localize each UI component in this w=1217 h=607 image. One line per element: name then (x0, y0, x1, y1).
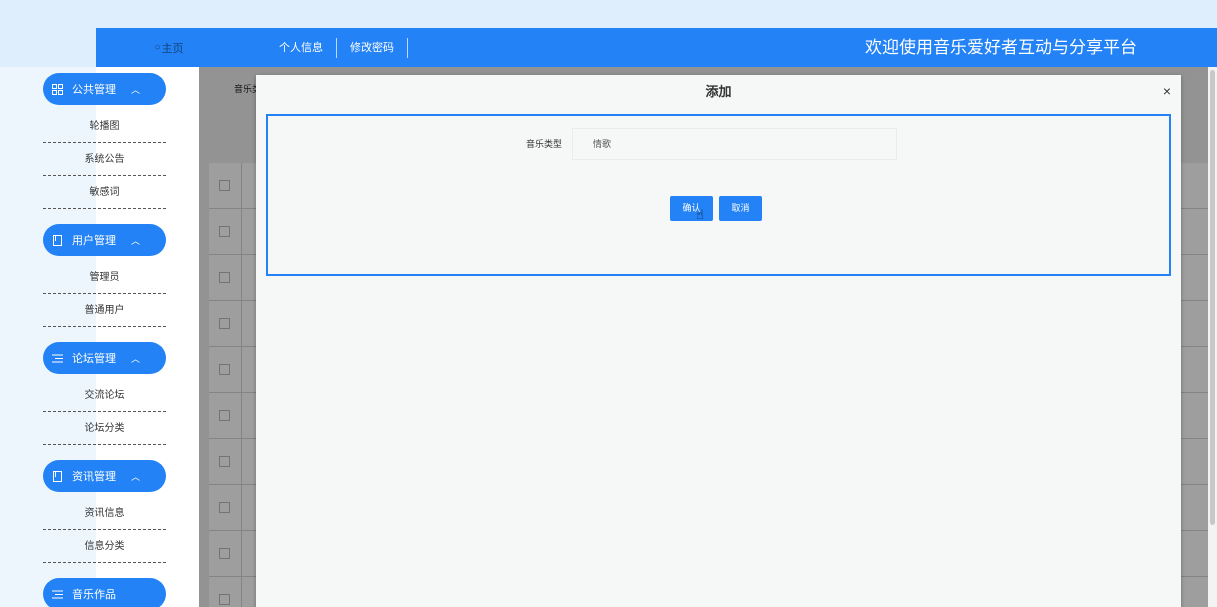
home-label: 主页 (161, 42, 184, 55)
home-icon: ○ (154, 42, 161, 53)
hand-cursor-icon: ☝ (696, 207, 704, 222)
chevron-up-icon: ︿ (131, 235, 141, 246)
music-type-label: 音乐类型 (526, 139, 563, 149)
book-icon (51, 470, 63, 482)
sidebar-item-forum[interactable]: 交流论坛 (43, 380, 166, 412)
nav-profile[interactable]: 个人信息 (266, 37, 337, 58)
sidebar-group-music-works[interactable]: 音乐作品 (43, 578, 166, 607)
sidebar-item-news[interactable]: 资讯信息 (43, 498, 166, 530)
add-form: 音乐类型 情歌 确认 取消 ☝ (266, 114, 1171, 276)
chevron-up-icon: ︿ (131, 471, 141, 482)
close-icon[interactable]: × (1163, 83, 1171, 99)
sidebar-group-users[interactable]: 用户管理 ︿ (43, 224, 166, 256)
sidebar-item-admins[interactable]: 管理员 (43, 262, 166, 294)
music-type-input[interactable]: 情歌 (572, 128, 897, 160)
add-dialog: 添加 × 音乐类型 情歌 确认 取消 ☝ (256, 75, 1181, 607)
header-nav: 个人信息 修改密码 (266, 28, 408, 67)
sidebar-item-news-categories[interactable]: 信息分类 (43, 531, 166, 563)
home-link[interactable]: ○ 主页 (96, 28, 242, 67)
sidebar-group-forum[interactable]: 论坛管理 ︿ (43, 342, 166, 374)
list-icon (51, 352, 63, 364)
sidebar-item-announcement[interactable]: 系统公告 (43, 144, 166, 176)
chevron-up-icon: ︿ (131, 353, 141, 364)
book-icon (51, 234, 63, 246)
sidebar-group-label: 公共管理 (72, 84, 116, 96)
sidebar-group-label: 资讯管理 (72, 471, 116, 483)
sidebar-item-normal-users[interactable]: 普通用户 (43, 295, 166, 327)
sidebar-item-carousel[interactable]: 轮播图 (43, 111, 166, 143)
confirm-button[interactable]: 确认 (670, 196, 713, 221)
sidebar-group-news[interactable]: 资讯管理 ︿ (43, 460, 166, 492)
top-header: ○ 主页 个人信息 修改密码 欢迎使用音乐爱好者互动与分享平台 (96, 28, 1217, 67)
sidebar-group-public[interactable]: 公共管理 ︿ (43, 73, 166, 105)
chevron-up-icon: ︿ (131, 84, 141, 95)
cancel-button[interactable]: 取消 (719, 196, 762, 221)
sidebar-group-label: 用户管理 (72, 235, 116, 247)
sidebar-group-label: 音乐作品 (72, 589, 116, 601)
sidebar-item-sensitive-words[interactable]: 敏感词 (43, 177, 166, 209)
sidebar-item-forum-categories[interactable]: 论坛分类 (43, 413, 166, 445)
sidebar-group-label: 论坛管理 (72, 353, 116, 365)
scrollbar-thumb[interactable] (1210, 70, 1215, 525)
list-icon (51, 588, 63, 600)
nav-change-password[interactable]: 修改密码 (337, 37, 408, 58)
dialog-title: 添加 (705, 84, 732, 99)
grid-icon (51, 83, 63, 95)
welcome-title: 欢迎使用音乐爱好者互动与分享平台 (865, 38, 1137, 57)
